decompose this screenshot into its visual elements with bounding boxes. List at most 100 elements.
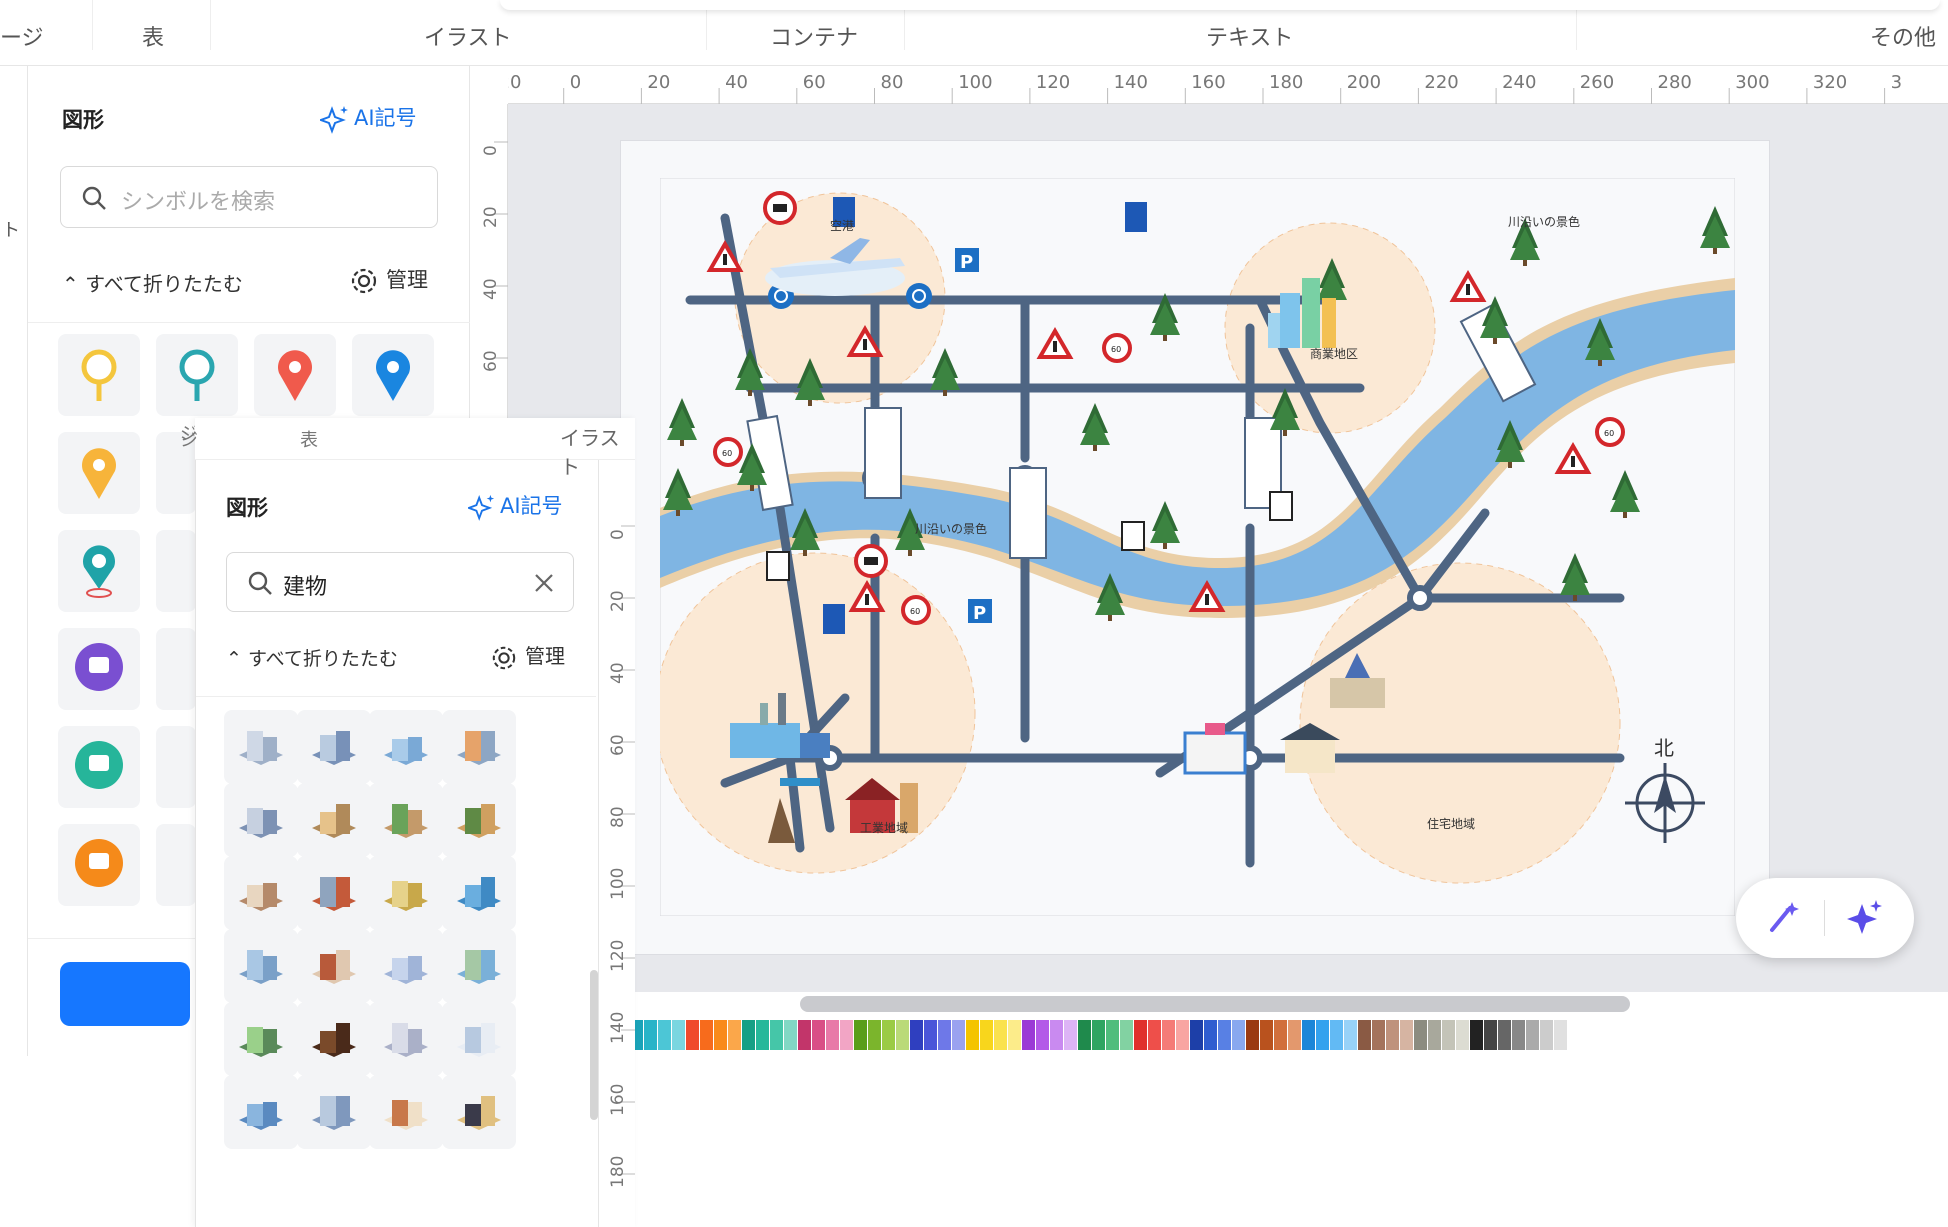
building-symbol-tile[interactable] (296, 1075, 371, 1149)
color-swatch[interactable] (966, 1020, 979, 1050)
city-map[interactable]: 60 60 60 60 P P 空港 商業地区 川沿いの景色 川沿いの景色 工業地域 住宅… (660, 178, 1735, 916)
building-symbol-tile[interactable] (224, 783, 298, 857)
color-swatch[interactable] (1512, 1020, 1525, 1050)
color-swatch[interactable] (728, 1020, 741, 1050)
color-swatch[interactable] (1106, 1020, 1119, 1050)
color-swatch[interactable] (1008, 1020, 1021, 1050)
color-swatch[interactable] (1022, 1020, 1035, 1050)
color-swatch[interactable] (784, 1020, 797, 1050)
symbol-tile[interactable] (156, 334, 238, 416)
color-swatch[interactable] (1344, 1020, 1357, 1050)
symbol-search-box[interactable]: シンボルを検索 (60, 166, 438, 228)
color-swatch[interactable] (840, 1020, 853, 1050)
color-swatch[interactable] (756, 1020, 769, 1050)
color-swatch[interactable] (1358, 1020, 1371, 1050)
building-symbol-tile[interactable] (441, 1002, 516, 1076)
color-swatch[interactable] (1386, 1020, 1399, 1050)
ai-symbol-button[interactable]: AI記号 (318, 102, 417, 134)
building-symbol-tile[interactable] (441, 856, 516, 930)
manage-button[interactable]: 管理 (491, 640, 565, 671)
color-swatch[interactable] (1526, 1020, 1539, 1050)
color-swatch[interactable] (1400, 1020, 1413, 1050)
symbol-tile[interactable] (156, 530, 196, 612)
color-swatch[interactable] (1064, 1020, 1077, 1050)
symbol-tile[interactable] (156, 726, 196, 808)
color-swatch[interactable] (770, 1020, 783, 1050)
color-swatch[interactable] (742, 1020, 755, 1050)
color-swatch[interactable] (1302, 1020, 1315, 1050)
building-symbol-tile[interactable] (441, 710, 516, 784)
building-symbol-tile[interactable] (441, 1075, 516, 1149)
symbol-tile[interactable] (156, 824, 196, 906)
color-swatch[interactable] (1442, 1020, 1455, 1050)
color-swatch[interactable] (994, 1020, 1007, 1050)
color-swatch[interactable] (1456, 1020, 1469, 1050)
building-symbol-tile[interactable] (296, 929, 371, 1003)
ai-symbol-button[interactable]: AI記号 (466, 490, 563, 521)
color-swatch[interactable] (952, 1020, 965, 1050)
color-swatch[interactable] (1246, 1020, 1259, 1050)
symbol-tile[interactable] (58, 530, 140, 612)
color-swatch[interactable] (980, 1020, 993, 1050)
manage-button[interactable]: 管理 (350, 264, 428, 295)
building-symbol-tile[interactable] (369, 856, 443, 930)
building-symbol-tile[interactable] (441, 929, 516, 1003)
color-swatch[interactable] (812, 1020, 825, 1050)
color-swatch[interactable] (1554, 1020, 1567, 1050)
building-symbol-tile[interactable] (224, 1075, 298, 1149)
tab-text[interactable]: テキスト (1206, 20, 1293, 52)
symbol-tile[interactable] (254, 334, 336, 416)
color-swatch[interactable] (1078, 1020, 1091, 1050)
color-swatch[interactable] (798, 1020, 811, 1050)
symbol-tile[interactable] (58, 334, 140, 416)
building-symbol-tile[interactable] (296, 1002, 371, 1076)
color-swatch[interactable] (1232, 1020, 1245, 1050)
ai-magic-wand-button[interactable] (1762, 896, 1806, 940)
tab-illustration[interactable]: イラスト (424, 20, 512, 52)
symbol-tile[interactable] (58, 432, 140, 514)
color-swatch[interactable] (1498, 1020, 1511, 1050)
color-swatch[interactable] (1330, 1020, 1343, 1050)
color-swatch[interactable] (1176, 1020, 1189, 1050)
tab-page[interactable]: ージ (0, 20, 44, 52)
collapse-all-button[interactable]: ⌃ すべて折りたたむ (226, 644, 398, 671)
symbol-tile[interactable] (156, 628, 196, 710)
color-swatch[interactable] (1050, 1020, 1063, 1050)
symbol-tile[interactable] (58, 726, 140, 808)
color-swatch[interactable] (1190, 1020, 1203, 1050)
color-swatch[interactable] (644, 1020, 657, 1050)
color-swatch[interactable] (854, 1020, 867, 1050)
color-swatch[interactable] (826, 1020, 839, 1050)
building-symbol-tile[interactable] (369, 1075, 443, 1149)
color-swatch[interactable] (1260, 1020, 1273, 1050)
building-symbol-tile[interactable] (369, 783, 443, 857)
primary-action-button[interactable] (60, 962, 190, 1026)
color-swatch[interactable] (1148, 1020, 1161, 1050)
color-swatch[interactable] (658, 1020, 671, 1050)
color-swatch[interactable] (1414, 1020, 1427, 1050)
color-swatch[interactable] (686, 1020, 699, 1050)
collapse-all-button[interactable]: ⌃ すべて折りたたむ (62, 268, 243, 297)
color-swatch[interactable] (1428, 1020, 1441, 1050)
symbol-tile[interactable] (58, 628, 140, 710)
panel-scrollbar[interactable] (590, 970, 598, 1120)
tab-table[interactable]: 表 (142, 20, 164, 52)
color-swatch[interactable] (1134, 1020, 1147, 1050)
color-swatch[interactable] (1218, 1020, 1231, 1050)
building-symbol-tile[interactable] (441, 783, 516, 857)
color-swatch[interactable] (1204, 1020, 1217, 1050)
building-search-box[interactable]: 建物 (226, 552, 574, 612)
color-swatch[interactable] (1484, 1020, 1497, 1050)
color-swatch[interactable] (1162, 1020, 1175, 1050)
building-symbol-tile[interactable] (369, 1002, 443, 1076)
building-symbol-tile[interactable] (296, 783, 371, 857)
color-swatch[interactable] (1288, 1020, 1301, 1050)
symbol-tile[interactable] (352, 334, 434, 416)
color-swatch[interactable] (714, 1020, 727, 1050)
building-symbol-tile[interactable] (224, 856, 298, 930)
building-symbol-tile[interactable] (224, 710, 298, 784)
color-swatch[interactable] (1274, 1020, 1287, 1050)
color-swatch[interactable] (1372, 1020, 1385, 1050)
building-symbol-tile[interactable] (224, 1002, 298, 1076)
color-swatch[interactable] (700, 1020, 713, 1050)
